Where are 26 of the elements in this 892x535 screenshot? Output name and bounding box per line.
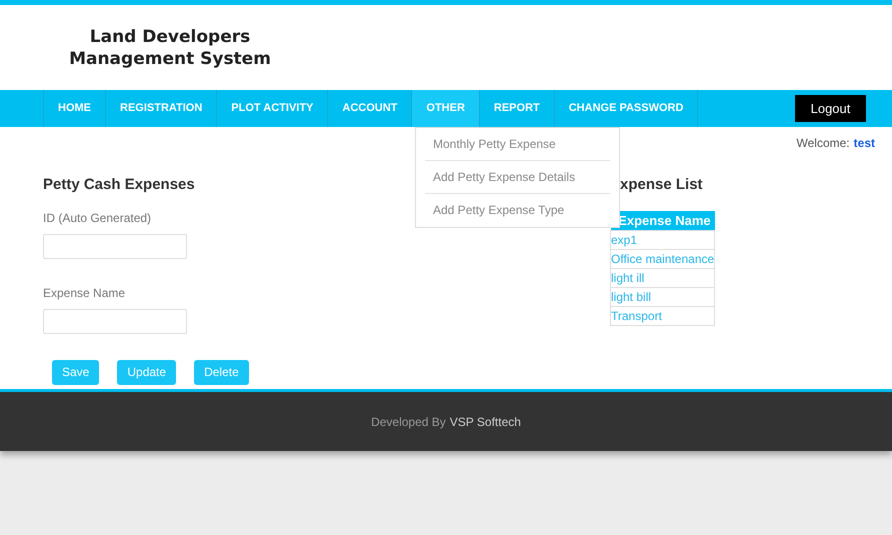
- menu-item[interactable]: Add Petty Expense Details: [425, 161, 610, 194]
- table-cell[interactable]: light ill: [610, 268, 715, 288]
- input-field[interactable]: [43, 234, 187, 258]
- table-cell[interactable]: Transport: [610, 306, 715, 326]
- input-field[interactable]: [43, 308, 187, 334]
- menu-item[interactable]: Add Petty Expense Type: [425, 194, 610, 227]
- logo-text: Land Developers Management System: [68, 26, 272, 70]
- menu-item[interactable]: Monthly Petty Expense: [425, 128, 610, 161]
- user-name: test: [854, 135, 875, 152]
- field-label: Expense Name: [43, 284, 126, 302]
- table-cell[interactable]: light bill: [610, 288, 715, 306]
- footer-text: Developed By: [371, 414, 446, 430]
- field-label: ID (Auto Generated): [43, 210, 152, 226]
- action-button[interactable]: Save: [52, 360, 100, 384]
- footer-brand: VSP Softtech: [450, 414, 521, 430]
- welcome-label: Welcome:: [796, 135, 850, 152]
- action-button[interactable]: Delete: [194, 360, 249, 384]
- nav-tab[interactable]: CHANGE PASSWORD: [554, 90, 698, 127]
- nav-tab[interactable]: OTHER: [412, 90, 480, 127]
- form-title: Petty Cash Expenses: [43, 175, 195, 195]
- action-button[interactable]: Update: [117, 360, 176, 384]
- table-cell[interactable]: Office maintenance: [610, 250, 715, 268]
- table-cell[interactable]: exp1: [610, 230, 715, 250]
- logout-button[interactable]: Logout: [795, 95, 866, 122]
- list-title: xpense List: [619, 175, 704, 195]
- column-header: Expense Name: [610, 210, 715, 230]
